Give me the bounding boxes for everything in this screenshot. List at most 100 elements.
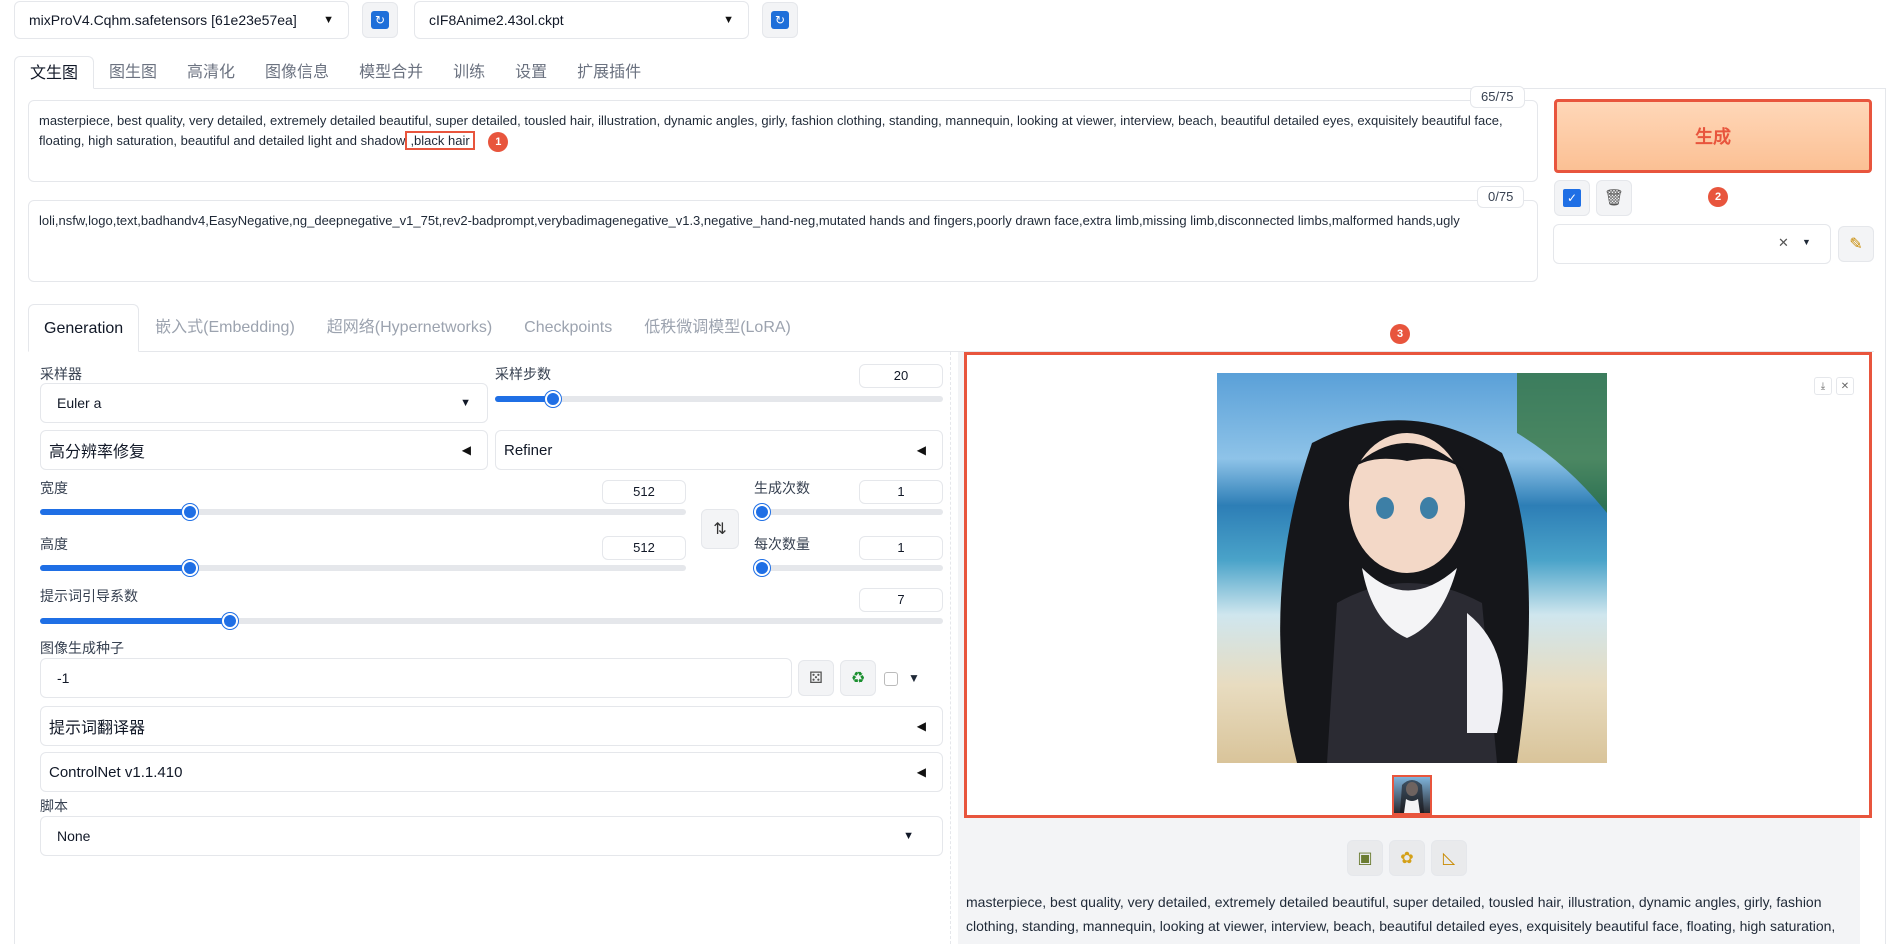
negative-prompt-text: loli,nsfw,logo,text,badhandv4,EasyNegati… (39, 213, 1460, 228)
script-dropdown[interactable]: None ▼ (40, 816, 943, 856)
batch-count-input[interactable]: 1 (859, 480, 943, 504)
apply-styles-button[interactable]: ✓ (1554, 180, 1590, 216)
extra-networks-tabs: Generation 嵌入式(Embedding) 超网络(Hypernetwo… (28, 304, 1874, 352)
vae-dropdown[interactable]: cIF8Anime2.43ol.ckpt ▼ (414, 1, 749, 39)
batch-count-label: 生成次数 (754, 480, 810, 496)
width-slider[interactable] (40, 504, 686, 520)
seed-value: -1 (57, 670, 70, 686)
generated-image-art (1280, 373, 1607, 763)
extra-seed-checkbox[interactable] (884, 672, 898, 686)
send-to-img2img-button[interactable]: ▣ (1347, 840, 1383, 876)
prompt-input[interactable]: masterpiece, best quality, very detailed… (28, 100, 1538, 182)
tab-embedding[interactable]: 嵌入式(Embedding) (139, 304, 311, 352)
random-seed-button[interactable]: ⚄ (798, 660, 834, 696)
download-icon[interactable]: ⤓ (1814, 377, 1832, 395)
height-label: 高度 (40, 536, 68, 552)
checkpoint-value: mixProV4.Cqhm.safetensors [61e23e57ea] (29, 12, 297, 28)
checkpoint-dropdown[interactable]: mixProV4.Cqhm.safetensors [61e23e57ea] ▼ (14, 1, 349, 39)
palette-icon: ✿ (1400, 850, 1414, 867)
tab-extras[interactable]: 高清化 (172, 56, 250, 89)
script-label: 脚本 (40, 798, 68, 814)
refresh-icon: ↻ (771, 11, 789, 29)
image-icon: ▣ (1357, 850, 1373, 867)
tab-txt2img[interactable]: 文生图 (14, 56, 95, 89)
steps-label: 采样步数 (495, 366, 551, 382)
batch-count-slider[interactable] (754, 504, 943, 520)
cfg-label: 提示词引导系数 (40, 588, 138, 604)
main-tabs: 文生图 图生图 高清化 图像信息 模型合并 训练 设置 扩展插件 (14, 56, 1886, 89)
tab-extensions[interactable]: 扩展插件 (562, 56, 656, 89)
dice-icon: ⚄ (809, 670, 823, 687)
styles-dropdown[interactable]: ✕ ▼ (1553, 224, 1831, 264)
negative-token-counter: 0/75 (1477, 186, 1525, 208)
caret-down-icon[interactable]: ▼ (908, 671, 920, 685)
close-icon[interactable]: ✕ (1836, 377, 1854, 395)
sampler-value: Euler a (57, 395, 102, 411)
recycle-icon: ♻ (850, 670, 866, 687)
tab-checkpoints[interactable]: Checkpoints (508, 304, 628, 352)
checkbox-icon: ✓ (1563, 189, 1581, 207)
height-number-input[interactable]: 512 (602, 536, 686, 560)
tab-hypernetworks[interactable]: 超网络(Hypernetworks) (311, 304, 508, 352)
refiner-accordion[interactable]: Refiner ◀ (495, 430, 943, 470)
tab-png-info[interactable]: 图像信息 (250, 56, 344, 89)
clear-prompt-button[interactable]: 🗑 (1596, 180, 1632, 216)
generate-button[interactable]: 生成 (1554, 99, 1872, 173)
refresh-checkpoint-button[interactable]: ↻ (362, 2, 398, 38)
chevron-down-icon: ▼ (1802, 237, 1811, 247)
width-label: 宽度 (40, 480, 68, 496)
send-to-extras-button[interactable]: ◺ (1431, 840, 1467, 876)
annotation-badge-2: 2 (1708, 187, 1728, 207)
chevron-down-icon: ▼ (323, 14, 334, 26)
thumbnail-art (1400, 780, 1424, 813)
batch-size-slider[interactable] (754, 560, 943, 576)
seed-label: 图像生成种子 (40, 640, 124, 656)
prompt-highlight: ,black hair (405, 131, 475, 150)
ruler-icon: ◺ (1442, 850, 1456, 867)
caret-left-icon: ◀ (916, 443, 926, 457)
caret-left-icon: ◀ (916, 765, 926, 779)
vae-value: cIF8Anime2.43ol.ckpt (429, 12, 564, 28)
chevron-down-icon: ▼ (460, 397, 471, 409)
tab-merge[interactable]: 模型合并 (344, 56, 438, 89)
swap-dimensions-button[interactable]: ⇅ (701, 509, 739, 549)
tab-train[interactable]: 训练 (438, 56, 500, 89)
cfg-number-input[interactable]: 7 (859, 588, 943, 612)
negative-prompt-input[interactable]: loli,nsfw,logo,text,badhandv4,EasyNegati… (28, 200, 1538, 282)
tab-generation[interactable]: Generation (28, 304, 140, 352)
sampler-dropdown[interactable]: Euler a ▼ (40, 383, 488, 423)
close-icon[interactable]: ✕ (1778, 235, 1789, 251)
tab-lora[interactable]: 低秩微调模型(LoRA) (628, 304, 807, 352)
chevron-down-icon: ▼ (723, 14, 734, 26)
annotation-badge-1: 1 (488, 132, 509, 152)
refresh-vae-button[interactable]: ↻ (762, 2, 798, 38)
edit-styles-button[interactable]: ✎ (1838, 226, 1874, 262)
cfg-slider[interactable] (40, 613, 943, 629)
generated-image[interactable] (1217, 373, 1607, 763)
hires-fix-accordion[interactable]: 高分辨率修复 ◀ (40, 430, 488, 470)
controlnet-accordion[interactable]: ControlNet v1.1.410 ◀ (40, 752, 943, 792)
batch-size-label: 每次数量 (754, 536, 810, 552)
script-value: None (57, 828, 91, 844)
seed-input[interactable]: -1 (40, 658, 792, 698)
chevron-down-icon: ▼ (903, 830, 914, 842)
annotation-badge-3: 3 (1390, 324, 1410, 344)
steps-slider[interactable] (495, 391, 943, 407)
prompt-text: masterpiece, best quality, very detailed… (39, 113, 1503, 148)
width-number-input[interactable]: 512 (602, 480, 686, 504)
swap-icon: ⇅ (713, 521, 727, 538)
controlnet-label: ControlNet v1.1.410 (49, 763, 183, 781)
steps-number-input[interactable]: 20 (859, 364, 943, 388)
prompt-translator-accordion[interactable]: 提示词翻译器 ◀ (40, 706, 943, 746)
tab-img2img[interactable]: 图生图 (94, 56, 172, 89)
batch-size-input[interactable]: 1 (859, 536, 943, 560)
refresh-icon: ↻ (371, 11, 389, 29)
sampler-label: 采样器 (40, 366, 82, 382)
tab-settings[interactable]: 设置 (500, 56, 562, 89)
settings-divider (950, 352, 951, 944)
gallery-thumbnail[interactable] (1392, 775, 1432, 815)
caret-left-icon: ◀ (916, 719, 926, 733)
reuse-seed-button[interactable]: ♻ (840, 660, 876, 696)
height-slider[interactable] (40, 560, 686, 576)
send-to-inpaint-button[interactable]: ✿ (1389, 840, 1425, 876)
